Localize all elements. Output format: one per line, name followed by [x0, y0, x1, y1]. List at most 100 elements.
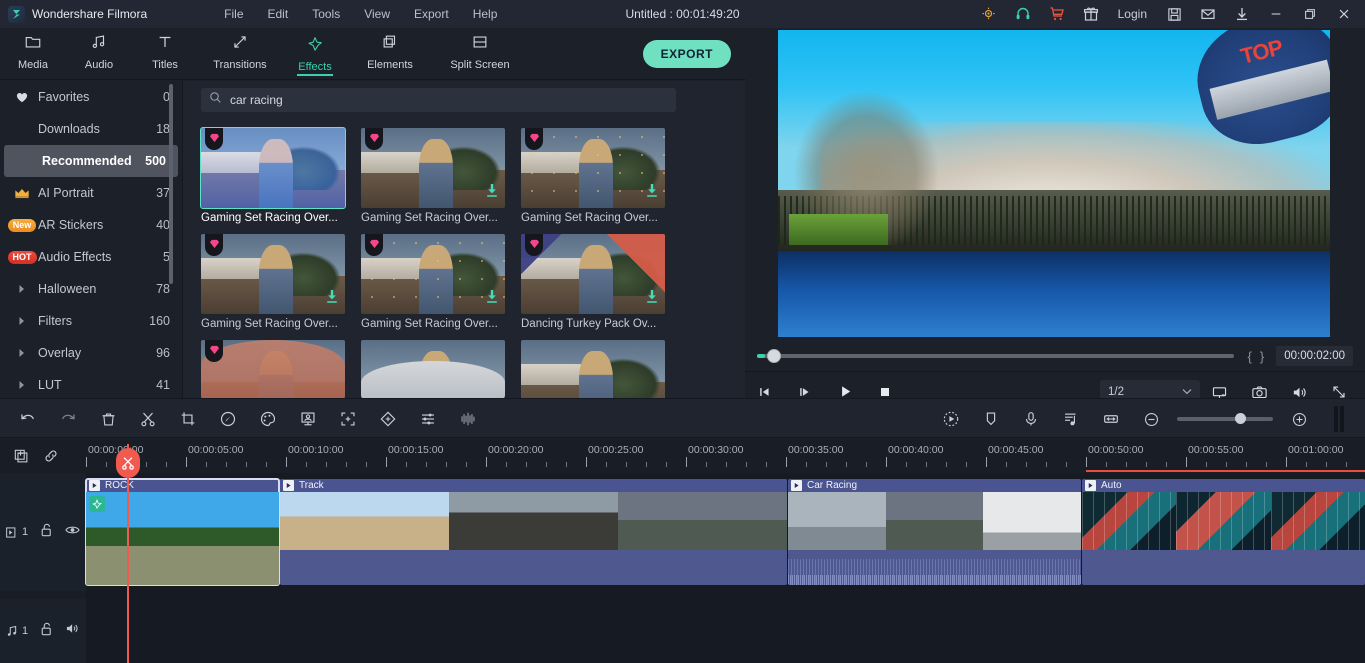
undo-icon[interactable]	[8, 399, 48, 439]
menu-export[interactable]: Export	[402, 3, 461, 25]
crop-icon[interactable]	[168, 399, 208, 439]
save-icon[interactable]	[1157, 0, 1191, 28]
sidebar-item-downloads[interactable]: Downloads 18	[0, 113, 182, 145]
mail-icon[interactable]	[1191, 0, 1225, 28]
sidebar-item-filters[interactable]: Filters 160	[0, 305, 182, 337]
effect-card[interactable]: Gaming Set Racing Over...	[201, 234, 345, 330]
delete-icon[interactable]	[88, 399, 128, 439]
download-effect-icon[interactable]	[645, 183, 659, 203]
playhead-handle-scissors-icon[interactable]	[116, 448, 140, 478]
timeline-clip[interactable]: Car Racing	[788, 479, 1081, 585]
close-icon[interactable]	[1327, 0, 1361, 28]
unlock-icon[interactable]	[40, 523, 53, 542]
green-screen-icon[interactable]	[288, 399, 328, 439]
sidebar-scrollbar[interactable]	[169, 84, 173, 284]
timeline-zoom-slider[interactable]	[1177, 413, 1273, 424]
search-bar[interactable]	[201, 88, 676, 112]
sidebar-item-audio-effects[interactable]: HOT Audio Effects 5	[0, 241, 182, 273]
restore-icon[interactable]	[1293, 0, 1327, 28]
sidebar-item-recommended[interactable]: Recommended 500	[4, 145, 178, 177]
effect-card[interactable]	[521, 340, 665, 398]
auto-reframe-icon[interactable]	[328, 399, 368, 439]
effect-thumbnail[interactable]	[361, 340, 505, 398]
effect-thumbnail[interactable]	[361, 128, 505, 208]
sidebar-item-ai-portrait[interactable]: AI Portrait 37	[0, 177, 182, 209]
menu-help[interactable]: Help	[461, 3, 510, 25]
download-effect-icon[interactable]	[645, 289, 659, 309]
mark-out-button[interactable]: }	[1256, 349, 1268, 364]
panel-resize-handle[interactable]	[1319, 399, 1359, 439]
sidebar-item-lut[interactable]: LUT 41	[0, 369, 182, 398]
tab-audio[interactable]: Audio	[66, 28, 132, 80]
effect-card[interactable]	[201, 340, 345, 398]
tab-effects[interactable]: Effects	[282, 28, 348, 80]
effect-thumbnail[interactable]	[521, 234, 665, 314]
mark-in-button[interactable]: {	[1244, 349, 1256, 364]
gift-icon[interactable]	[1074, 0, 1108, 28]
effect-thumbnail[interactable]	[201, 234, 345, 314]
timeline-zoom-handle[interactable]	[1235, 413, 1246, 424]
effect-card[interactable]: Gaming Set Racing Over...	[361, 234, 505, 330]
marker-icon[interactable]	[971, 399, 1011, 439]
video-canvas[interactable]: TOP	[778, 30, 1330, 337]
menu-view[interactable]: View	[352, 3, 402, 25]
effect-thumbnail[interactable]	[361, 234, 505, 314]
audio-beat-icon[interactable]	[1051, 399, 1091, 439]
tab-media[interactable]: Media	[0, 28, 66, 80]
split-scissors-icon[interactable]	[128, 399, 168, 439]
timeline-ruler[interactable]: 00:00:00:00 00:00:05:00 00:00:10:00 00:00:1…	[86, 439, 1365, 473]
download-effect-icon[interactable]	[485, 183, 499, 203]
audio-mixer-icon[interactable]	[408, 399, 448, 439]
eye-icon[interactable]	[65, 523, 80, 541]
headset-icon[interactable]	[1006, 0, 1040, 28]
sidebar-item-overlay[interactable]: Overlay 96	[0, 337, 182, 369]
seek-slider[interactable]	[757, 349, 1234, 363]
effect-thumbnail[interactable]	[200, 127, 346, 209]
export-button[interactable]: EXPORT	[642, 40, 731, 68]
effect-thumbnail[interactable]	[521, 340, 665, 398]
effects-category-sidebar[interactable]: Favorites 0 Downloads 18 Recommended 500…	[0, 81, 182, 398]
effect-card[interactable]	[361, 340, 505, 398]
speed-icon[interactable]	[208, 399, 248, 439]
tab-transitions[interactable]: Transitions	[198, 28, 282, 80]
audio-detach-icon[interactable]	[448, 399, 488, 439]
cart-icon[interactable]	[1040, 0, 1074, 28]
download-icon[interactable]	[1225, 0, 1259, 28]
download-effect-icon[interactable]	[325, 289, 339, 309]
preview-timecode[interactable]: 00:00:02:00	[1276, 346, 1353, 366]
tab-split-screen[interactable]: Split Screen	[432, 28, 528, 80]
motion-tracking-icon[interactable]	[368, 399, 408, 439]
tab-titles[interactable]: Titles	[132, 28, 198, 80]
search-input[interactable]	[230, 93, 668, 107]
timeline-clip[interactable]: Track	[280, 479, 787, 585]
menu-tools[interactable]: Tools	[300, 3, 352, 25]
effect-thumbnail[interactable]	[201, 340, 345, 398]
minimize-icon[interactable]	[1259, 0, 1293, 28]
timeline-clip[interactable]: ROCK	[85, 478, 280, 586]
menu-edit[interactable]: Edit	[256, 3, 301, 25]
tab-elements[interactable]: Elements	[348, 28, 432, 80]
sidebar-item-halloween[interactable]: Halloween 78	[0, 273, 182, 305]
timeline-tracks-area[interactable]: ROCK Track Car Racing Auto	[85, 473, 1365, 663]
menu-file[interactable]: File	[212, 3, 255, 25]
playhead[interactable]	[116, 444, 140, 663]
effect-card[interactable]: Gaming Set Racing Over...	[361, 128, 505, 224]
timeline-clip[interactable]: Auto	[1082, 479, 1365, 585]
voiceover-mic-icon[interactable]	[1011, 399, 1051, 439]
sidebar-item-ar-stickers[interactable]: New AR Stickers 40	[0, 209, 182, 241]
bulb-icon[interactable]	[972, 0, 1006, 28]
sidebar-item-favorites[interactable]: Favorites 0	[0, 81, 182, 113]
zoom-out-icon[interactable]	[1131, 399, 1171, 439]
seek-handle[interactable]	[767, 349, 781, 363]
link-icon[interactable]	[38, 443, 64, 469]
redo-icon[interactable]	[48, 399, 88, 439]
effect-card[interactable]: Gaming Set Racing Over...	[200, 127, 346, 224]
effect-card[interactable]: Dancing Turkey Pack Ov...	[521, 234, 665, 330]
effect-thumbnail[interactable]	[521, 128, 665, 208]
add-marker-icon[interactable]	[8, 443, 34, 469]
speaker-icon[interactable]	[65, 622, 80, 640]
zoom-in-icon[interactable]	[1279, 399, 1319, 439]
color-palette-icon[interactable]	[248, 399, 288, 439]
login-button[interactable]: Login	[1108, 7, 1157, 21]
unlock-icon[interactable]	[40, 622, 53, 641]
